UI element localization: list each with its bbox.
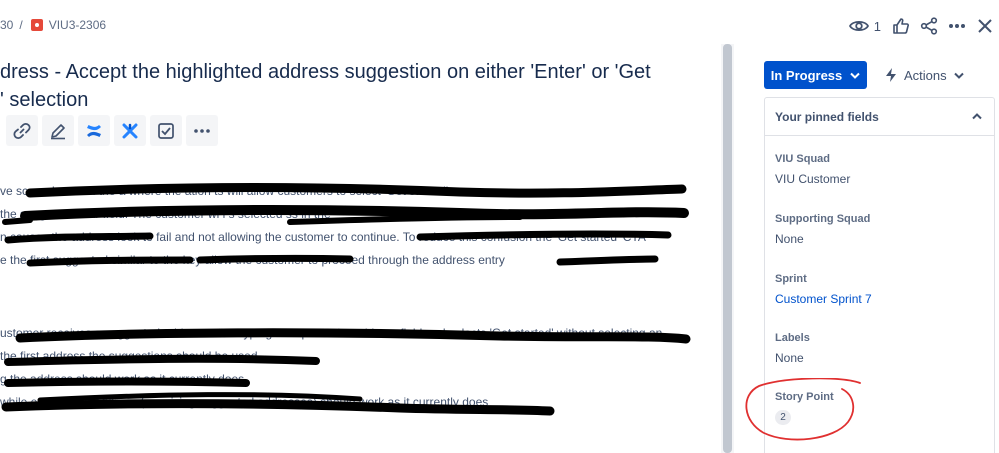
description-line: the suggested entr field. The customer w… <box>0 207 331 221</box>
close-icon <box>978 19 992 33</box>
chevron-down-icon <box>953 72 964 79</box>
pinned-fields-heading: Your pinned fields <box>775 109 879 124</box>
edit-button[interactable] <box>42 115 74 146</box>
link-icon <box>13 122 31 139</box>
description-line: the first address the suggestions should… <box>0 349 258 363</box>
eye-icon <box>848 20 869 32</box>
pen-icon <box>51 123 65 139</box>
share-icon <box>920 17 938 35</box>
breadcrumb-parent[interactable]: 30 <box>0 18 13 32</box>
issue-description[interactable]: ve scenario s with the a where the ation… <box>0 180 700 414</box>
field-labels: Labels None <box>775 330 810 366</box>
lightning-icon <box>886 68 896 82</box>
like-button[interactable] <box>887 12 915 40</box>
description-line: ustomer receives a suggested address whi… <box>0 326 663 340</box>
breadcrumb-separator: / <box>19 18 23 32</box>
field-viu-squad: VIU Squad VIU Customer <box>775 151 850 187</box>
issue-toolbar <box>6 115 218 146</box>
watch-count: 1 <box>873 18 881 34</box>
toolbar-more-button[interactable] <box>186 115 218 146</box>
checkbox-icon <box>158 122 174 139</box>
description-line: g the address should work as it currentl… <box>0 372 245 386</box>
description-line: while entering an address ( receiving su… <box>0 395 489 409</box>
field-label: Sprint <box>775 273 807 285</box>
field-value[interactable]: None <box>775 350 810 366</box>
more-actions-button[interactable] <box>943 12 971 40</box>
field-label: Labels <box>775 332 810 344</box>
sprint-link[interactable]: Customer Sprint 7 <box>775 291 872 307</box>
confluence-icon <box>87 124 101 137</box>
more-icon <box>949 24 965 28</box>
actions-label: Actions <box>904 67 947 83</box>
field-supporting-squad: Supporting Squad None <box>775 211 870 247</box>
field-value[interactable]: VIU Customer <box>775 171 850 187</box>
description-line: n causes the address look to fail and no… <box>0 230 646 244</box>
bug-icon <box>30 19 43 31</box>
pinned-fields-panel: Your pinned fields VIU Squad VIU Custome… <box>764 97 995 453</box>
add-checklist-button[interactable] <box>150 115 182 146</box>
field-sprint: Sprint Customer Sprint 7 <box>775 271 872 307</box>
close-button[interactable] <box>971 12 999 40</box>
field-label: VIU Squad <box>775 153 831 165</box>
confluence-alt-icon <box>122 123 138 138</box>
issue-key-link[interactable]: VIU3-2306 <box>49 18 106 32</box>
description-line: ve scenario s with the a where the ation… <box>0 184 449 198</box>
issue-header-actions: 1 <box>848 12 999 40</box>
field-label: Supporting Squad <box>775 213 871 225</box>
share-button[interactable] <box>915 12 943 40</box>
status-label: In Progress <box>770 67 843 83</box>
pinned-fields-header[interactable]: Your pinned fields <box>765 98 994 136</box>
chevron-up-icon <box>972 113 982 120</box>
story-point-badge[interactable]: 2 <box>775 410 791 425</box>
chevron-down-icon <box>850 72 860 79</box>
field-value[interactable]: None <box>775 231 870 247</box>
breadcrumb: 30 / VIU3-2306 <box>0 18 106 32</box>
confluence-page-button[interactable] <box>78 115 110 146</box>
actions-dropdown[interactable]: Actions <box>885 61 964 89</box>
description-line: e the first suggested similar to the key… <box>0 253 505 267</box>
field-label: Story Point <box>775 391 834 403</box>
issue-title[interactable]: dress - Accept the highlighted address s… <box>0 58 712 114</box>
more-icon <box>194 128 210 133</box>
issue-view: 30 / VIU3-2306 1 dress - Accept the high… <box>0 0 999 453</box>
attach-link-button[interactable] <box>6 115 38 146</box>
content-scrollbar[interactable] <box>721 44 734 453</box>
thumbs-up-icon <box>893 18 909 34</box>
status-dropdown[interactable]: In Progress <box>764 61 867 89</box>
confluence-link-button[interactable] <box>114 115 146 146</box>
watch-button[interactable]: 1 <box>848 18 881 34</box>
field-story-point: Story Point 2 <box>775 389 834 425</box>
scrollbar-thumb[interactable] <box>723 44 732 453</box>
